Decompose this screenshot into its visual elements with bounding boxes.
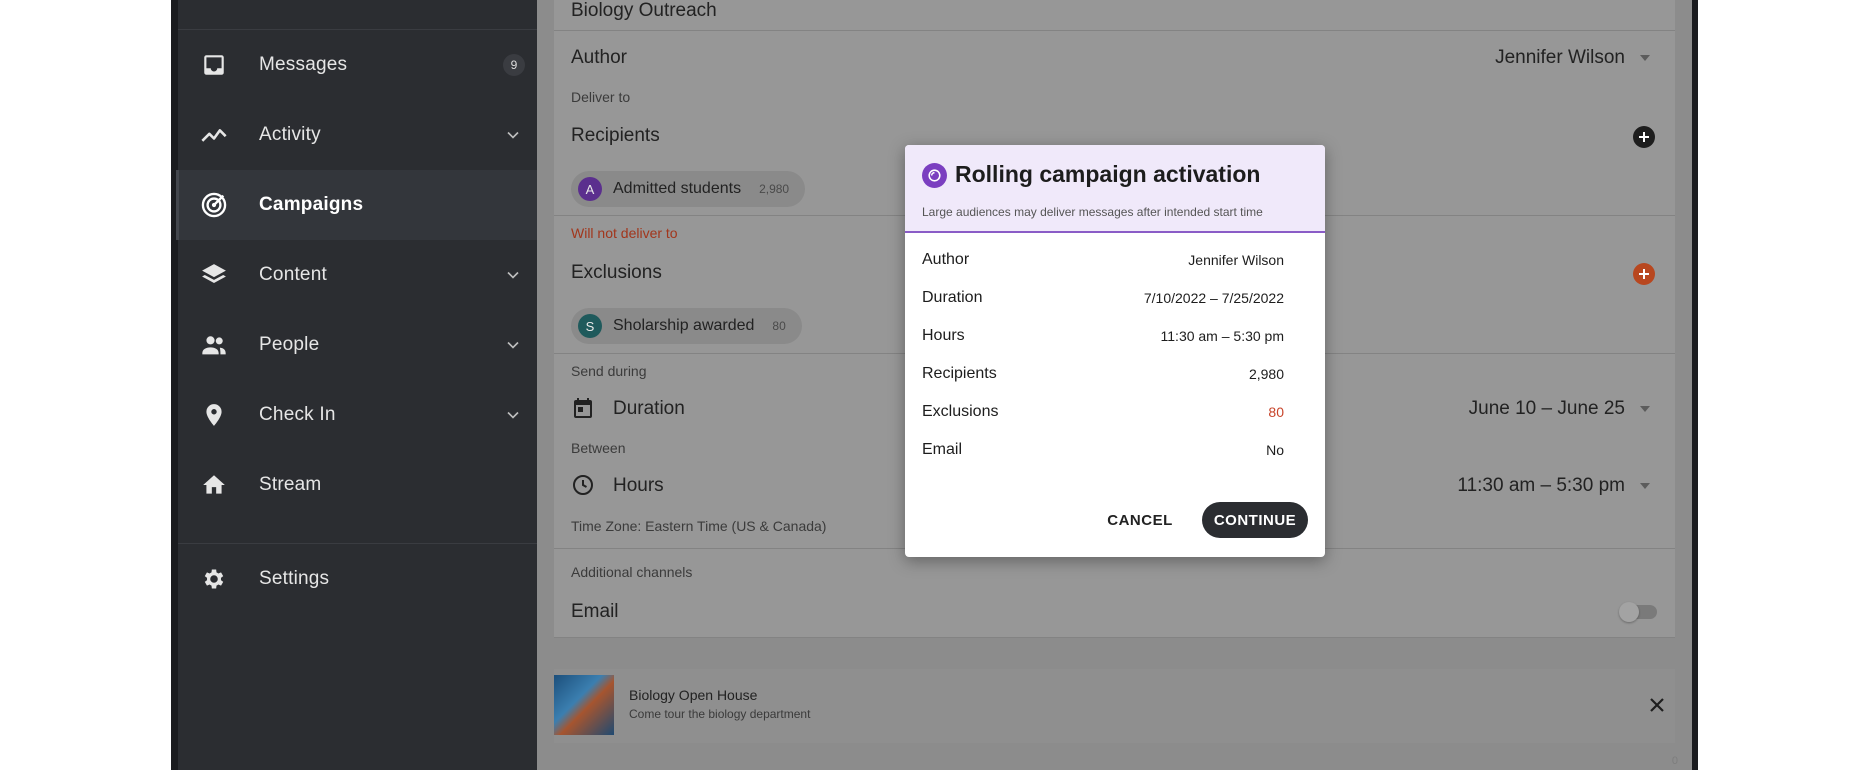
summary-key: Exclusions bbox=[922, 403, 999, 420]
trend-icon bbox=[200, 121, 228, 149]
target-icon bbox=[200, 191, 228, 219]
chevron-down-icon[interactable] bbox=[503, 335, 523, 355]
window-border-left bbox=[171, 0, 178, 770]
sidebar-item-label: People bbox=[259, 334, 320, 355]
calendar-icon bbox=[574, 398, 592, 418]
unread-count-badge: 9 bbox=[503, 54, 525, 76]
duration-label: Duration bbox=[613, 398, 685, 419]
sidebar-item-content[interactable]: Content bbox=[178, 240, 537, 310]
summary-key: Author bbox=[922, 251, 970, 268]
gear-icon bbox=[200, 565, 228, 593]
dialog-title: Rolling campaign activation bbox=[955, 161, 1261, 187]
avatar: S bbox=[578, 314, 602, 338]
inbox-icon bbox=[200, 51, 228, 79]
exclusion-chip[interactable]: S Sholarship awarded 80 bbox=[571, 308, 802, 344]
timezone-label: Time Zone: Eastern Time (US & Canada) bbox=[571, 518, 827, 534]
exclusions-label: Exclusions bbox=[571, 262, 662, 283]
sidebar-item-campaigns[interactable]: Campaigns bbox=[176, 170, 537, 240]
summary-key: Duration bbox=[922, 289, 983, 306]
rolling-campaign-dialog: Rolling campaign activation Large audien… bbox=[905, 145, 1325, 557]
send-during-label: Send during bbox=[571, 363, 647, 379]
sidebar-item-activity[interactable]: Activity bbox=[178, 100, 537, 170]
add-exclusion-button[interactable] bbox=[1633, 263, 1655, 285]
email-label: Email bbox=[571, 601, 619, 622]
between-label: Between bbox=[571, 440, 626, 456]
notification-title: Biology Open House bbox=[629, 687, 758, 703]
deliver-to-label: Deliver to bbox=[571, 89, 631, 105]
chevron-down-icon[interactable] bbox=[503, 405, 523, 425]
duration-select[interactable]: June 10 – June 25 bbox=[1469, 398, 1625, 420]
chevron-down-icon[interactable] bbox=[503, 265, 523, 285]
character-count: 0 bbox=[1671, 755, 1678, 767]
active-indicator bbox=[176, 170, 179, 240]
channels-section: Additional channels Email bbox=[554, 549, 1675, 638]
will-not-deliver-label: Will not deliver to bbox=[571, 225, 678, 241]
dropdown-arrow-icon[interactable] bbox=[1640, 406, 1650, 412]
exclusion-chip-name: Sholarship awarded bbox=[613, 317, 755, 334]
sidebar-item-settings[interactable]: Settings bbox=[178, 544, 537, 614]
dialog-header: Rolling campaign activation Large audien… bbox=[905, 145, 1325, 233]
sidebar-item-label: Messages bbox=[259, 54, 348, 75]
layers-icon bbox=[200, 261, 228, 289]
window-border-right bbox=[1692, 0, 1698, 770]
sidebar: Messages 9 Activity Campaigns Content Pe… bbox=[176, 0, 537, 770]
email-toggle[interactable] bbox=[1619, 602, 1657, 622]
hours-label: Hours bbox=[613, 475, 664, 496]
summary-key: Recipients bbox=[922, 365, 997, 382]
sidebar-item-label: Content bbox=[259, 264, 327, 285]
sidebar-item-people[interactable]: People bbox=[178, 310, 537, 380]
sidebar-item-label: Campaigns bbox=[259, 194, 364, 215]
summary-value: 7/10/2022 – 7/25/2022 bbox=[1143, 290, 1284, 306]
plus-icon bbox=[1639, 132, 1649, 142]
toggle-knob bbox=[1619, 602, 1639, 622]
sidebar-item-label: Activity bbox=[259, 124, 321, 145]
recipient-chip[interactable]: A Admitted students 2,980 bbox=[571, 171, 806, 207]
campaign-name-field[interactable]: Biology Outreach bbox=[554, 0, 1675, 31]
dropdown-arrow-icon[interactable] bbox=[1640, 55, 1650, 61]
sidebar-item-stream[interactable]: Stream bbox=[178, 450, 537, 520]
rolling-campaign-icon bbox=[922, 163, 947, 188]
dropdown-arrow-icon[interactable] bbox=[1640, 483, 1650, 489]
sidebar-item-check-in[interactable]: Check In bbox=[178, 380, 537, 450]
author-label: Author bbox=[571, 47, 627, 68]
additional-channels-label: Additional channels bbox=[571, 564, 693, 580]
sidebar-item-messages[interactable]: Messages 9 bbox=[178, 30, 537, 100]
cancel-button[interactable]: CANCEL bbox=[1100, 502, 1180, 538]
continue-button[interactable]: CONTINUE bbox=[1202, 502, 1308, 538]
recipient-chip-count: 2,980 bbox=[759, 182, 790, 196]
sidebar-item-label: Settings bbox=[259, 568, 330, 589]
home-icon bbox=[200, 471, 228, 499]
notification-subtitle: Come tour the biology department bbox=[629, 707, 811, 721]
summary-value: No bbox=[1266, 442, 1284, 458]
campaign-name: Biology Outreach bbox=[571, 0, 717, 21]
dialog-subtitle: Large audiences may deliver messages aft… bbox=[922, 205, 1263, 219]
plus-icon bbox=[1639, 269, 1649, 279]
exclusion-chip-count: 80 bbox=[772, 319, 786, 333]
notification-bar: Biology Open House Come tour the biology… bbox=[554, 669, 1675, 743]
close-icon[interactable] bbox=[1647, 695, 1667, 715]
summary-value: 11:30 am – 5:30 pm bbox=[1160, 328, 1284, 344]
author-select[interactable]: Jennifer Wilson bbox=[1495, 47, 1625, 69]
recipients-label: Recipients bbox=[571, 125, 660, 146]
summary-value: Jennifer Wilson bbox=[1188, 252, 1284, 268]
add-recipient-button[interactable] bbox=[1633, 126, 1655, 148]
chevron-down-icon[interactable] bbox=[503, 125, 523, 145]
recipient-chip-name: Admitted students bbox=[613, 180, 742, 197]
location-pin-icon bbox=[200, 401, 228, 429]
summary-key: Email bbox=[922, 441, 963, 458]
sidebar-item-label: Check In bbox=[259, 404, 336, 425]
people-icon bbox=[200, 331, 228, 359]
jellyfish-thumbnail bbox=[554, 675, 614, 735]
clock-icon bbox=[573, 475, 593, 495]
summary-key: Hours bbox=[922, 327, 965, 344]
summary-value: 80 bbox=[1268, 404, 1284, 420]
avatar: A bbox=[578, 177, 602, 201]
summary-value: 2,980 bbox=[1248, 366, 1284, 382]
sidebar-item-label: Stream bbox=[259, 474, 322, 495]
hours-select[interactable]: 11:30 am – 5:30 pm bbox=[1457, 475, 1625, 497]
